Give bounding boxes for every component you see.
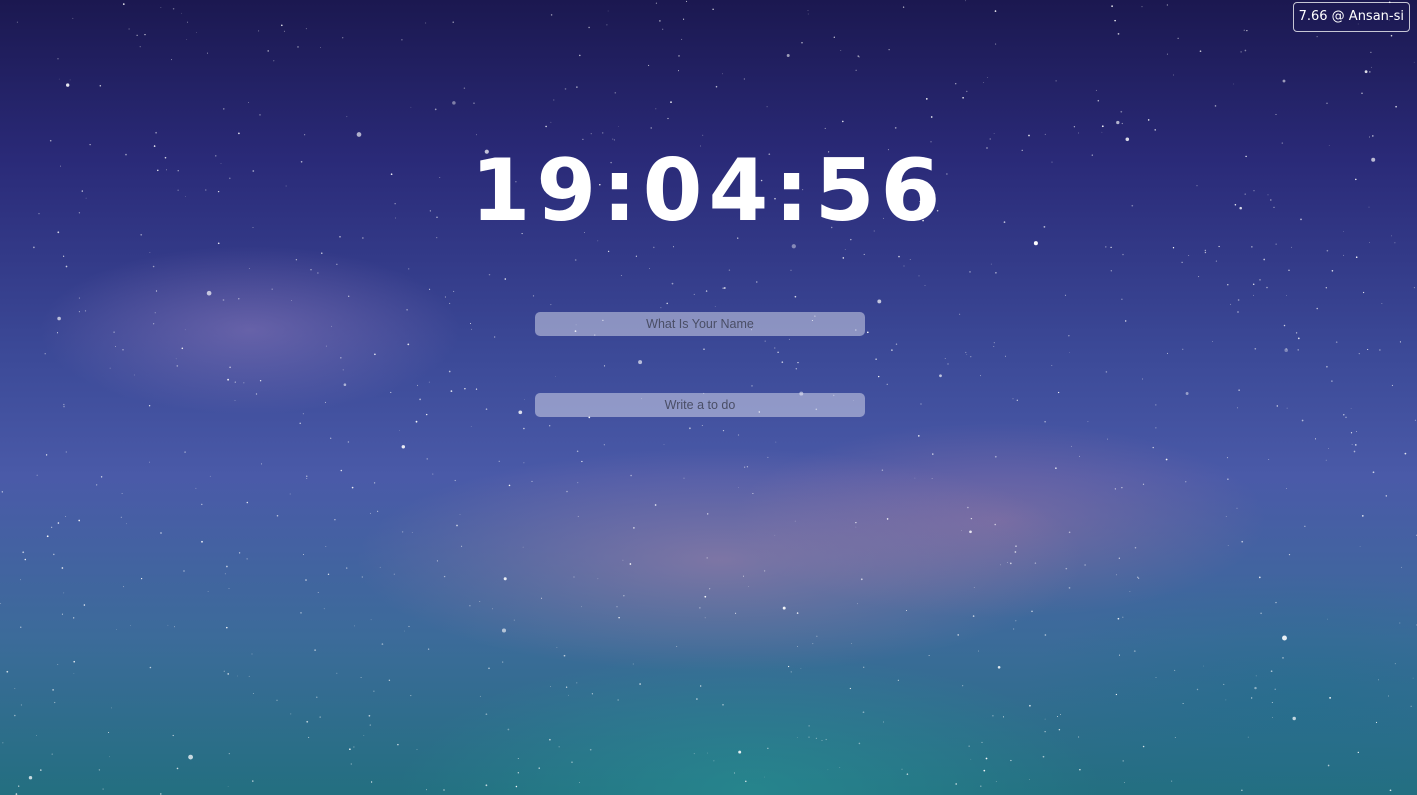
- weather-badge: 7.66 @ Ansan-si: [1292, 2, 1410, 32]
- name-input[interactable]: [535, 312, 865, 336]
- clock-display: 19:04:56: [470, 141, 947, 241]
- todo-input[interactable]: [535, 393, 865, 417]
